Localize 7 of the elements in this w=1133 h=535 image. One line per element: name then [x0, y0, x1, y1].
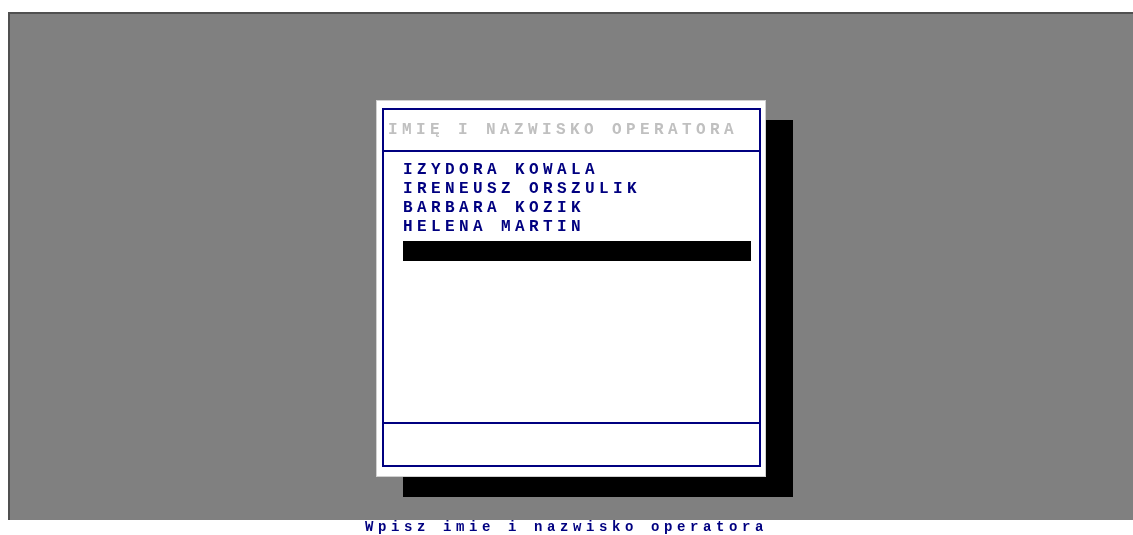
operator-item[interactable]: IRENEUSZ ORSZULIK: [403, 180, 642, 199]
operator-item[interactable]: BARBARA KOZIK: [403, 199, 586, 218]
selection-bar[interactable]: [403, 241, 751, 261]
status-text: Wpisz imie i nazwisko operatora: [364, 520, 768, 535]
operator-item[interactable]: HELENA MARTIN: [403, 218, 586, 237]
dialog-title: IMIĘ I NAZWISKO OPERATORA: [384, 110, 759, 152]
operator-item[interactable]: IZYDORA KOWALA: [403, 161, 600, 180]
